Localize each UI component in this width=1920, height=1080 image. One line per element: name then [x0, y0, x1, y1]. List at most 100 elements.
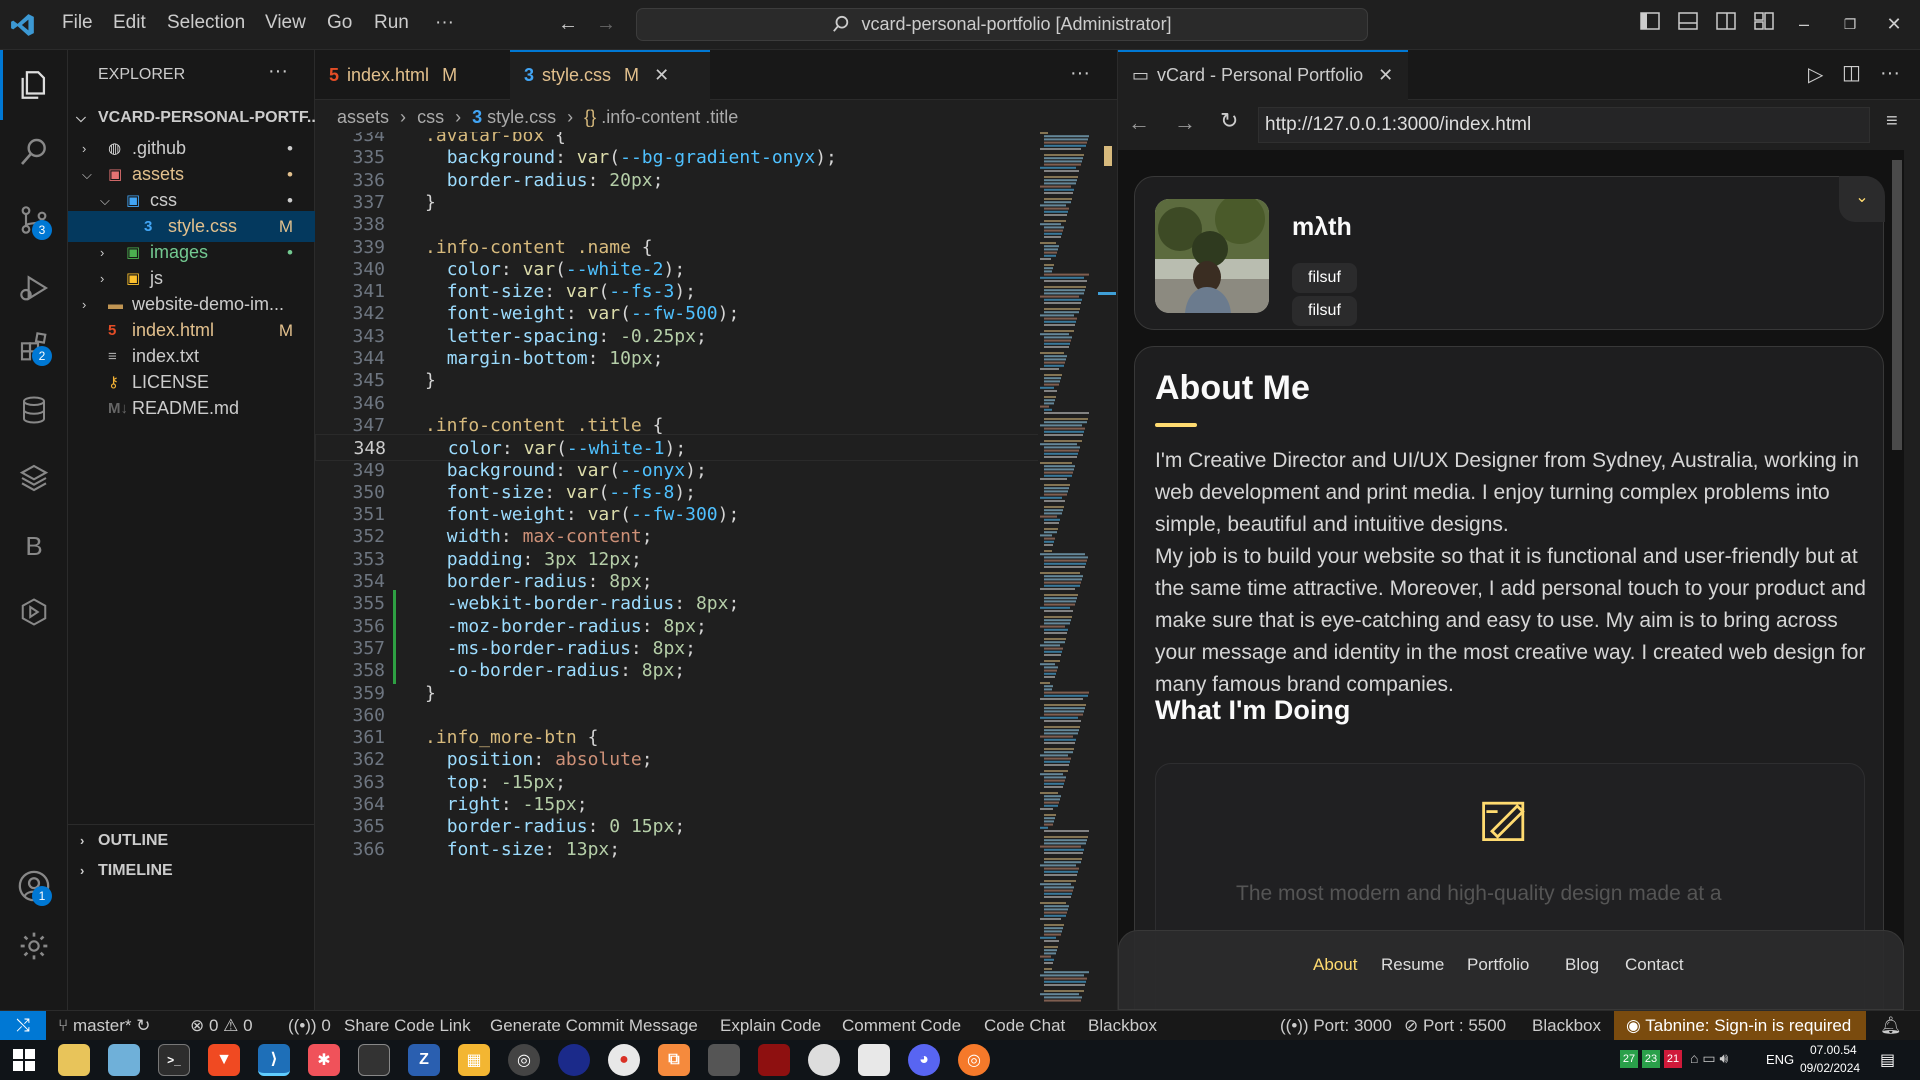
nav-blog[interactable]: Blog — [1565, 955, 1599, 975]
close-window-icon[interactable]: ✕ — [1880, 10, 1908, 38]
editor-more-icon[interactable]: ··· — [1070, 62, 1090, 85]
breadcrumb-item[interactable]: css — [417, 107, 444, 127]
extensions-icon[interactable]: 2 — [8, 320, 60, 372]
explain-code[interactable]: Explain Code — [720, 1011, 821, 1041]
hamburger-menu-icon[interactable]: ≡ — [1886, 110, 1898, 133]
tab-style-css[interactable]: 3 style.css M ✕ — [510, 50, 710, 100]
run-icon[interactable]: ▷ — [1808, 62, 1823, 87]
store-icon[interactable]: ▦ — [458, 1044, 490, 1076]
tray-icons[interactable]: ⌂ ▭ 🔊︎ — [1690, 1050, 1728, 1067]
generate-commit-message[interactable]: Generate Commit Message — [490, 1011, 698, 1041]
nav-resume[interactable]: Resume — [1381, 955, 1444, 975]
code-line[interactable]: 366 font-size: 13px; — [315, 836, 1095, 863]
accounts-icon[interactable]: 1 — [8, 860, 60, 912]
live-server-indicator[interactable]: ⊘ Port : 5500 — [1404, 1011, 1506, 1041]
menu-go[interactable]: Go — [327, 12, 352, 34]
github-desktop-icon[interactable]: ◎ — [508, 1044, 540, 1076]
notifications-bell-icon[interactable]: 🔔︎ — [1880, 1011, 1902, 1041]
windows-start-icon[interactable] — [8, 1044, 40, 1076]
toggle-primary-sidebar-icon[interactable] — [1636, 10, 1664, 38]
more-actions-icon[interactable]: ··· — [1880, 62, 1900, 85]
menu-edit[interactable]: Edit — [113, 12, 146, 34]
comment-code[interactable]: Comment Code — [842, 1011, 961, 1041]
discord-icon[interactable]: ◕ — [908, 1044, 940, 1076]
nav-portfolio[interactable]: Portfolio — [1467, 955, 1529, 975]
source-control-icon[interactable]: 3 — [8, 194, 60, 246]
customize-layout-icon[interactable] — [1750, 10, 1778, 38]
remote-explorer-icon[interactable] — [8, 586, 60, 638]
chrome-icon[interactable]: ● — [608, 1044, 640, 1076]
back-arrow-icon[interactable]: ← — [554, 10, 582, 38]
document-icon[interactable] — [858, 1044, 890, 1076]
outline-section[interactable]: › OUTLINE — [68, 824, 315, 855]
vscode-taskbar-icon[interactable]: ⟩ — [258, 1044, 290, 1076]
tray-badge-red[interactable]: 21 — [1664, 1050, 1682, 1068]
blackbox-icon[interactable]: B — [8, 520, 60, 572]
problems-indicator[interactable]: ⊗ 0 ⚠ 0 — [190, 1011, 253, 1041]
menu-view[interactable]: View — [265, 12, 306, 34]
tab-browser[interactable]: ▭ vCard - Personal Portfolio ✕ — [1118, 50, 1408, 100]
clock-time[interactable]: 07.00.54 — [1810, 1043, 1857, 1057]
toggle-secondary-sidebar-icon[interactable] — [1712, 10, 1740, 38]
ports-indicator[interactable]: ((•)) 0 — [288, 1011, 331, 1041]
run-debug-icon[interactable] — [8, 262, 60, 314]
url-input[interactable]: http://127.0.0.1:3000/index.html — [1258, 107, 1870, 143]
settings-gear-icon[interactable] — [8, 920, 60, 972]
window-app-taskbar-icon[interactable] — [358, 1044, 390, 1076]
sublime-icon[interactable]: ⧉ — [658, 1044, 690, 1076]
explorer-icon[interactable] — [8, 59, 60, 111]
minimize-icon[interactable]: – — [1790, 10, 1818, 38]
page-scrollbar-thumb[interactable] — [1892, 160, 1902, 450]
file-explorer-icon[interactable] — [58, 1044, 90, 1076]
nav-contact[interactable]: Contact — [1625, 955, 1684, 975]
search-icon[interactable] — [8, 126, 60, 178]
branch-indicator[interactable]: ⑂ master* ↻ — [58, 1011, 151, 1041]
reload-icon[interactable]: ↻ — [1220, 108, 1238, 134]
command-center[interactable]: vcard-personal-portfolio [Administrator] — [636, 8, 1368, 41]
show-contacts-button[interactable]: ⌄ — [1839, 176, 1885, 222]
app-dark-icon[interactable] — [708, 1044, 740, 1076]
tree-item[interactable]: M↓ README.md — [68, 393, 315, 424]
explorer-more-icon[interactable]: ··· — [268, 60, 288, 83]
blackbox-status[interactable]: Blackbox — [1088, 1011, 1157, 1041]
breadcrumb-item[interactable]: style.css — [487, 107, 556, 127]
restore-icon[interactable]: ❐ — [1836, 10, 1864, 38]
app-taskbar-icon[interactable]: ✱ — [308, 1044, 340, 1076]
share-code-link[interactable]: Share Code Link — [344, 1011, 471, 1041]
breadcrumb-item[interactable]: .info-content .title — [601, 107, 738, 127]
brave-browser-icon[interactable]: ▼ — [208, 1044, 240, 1076]
split-editor-icon[interactable]: ◫ — [1842, 60, 1861, 85]
back-arrow-icon[interactable]: ← — [1128, 110, 1150, 136]
tab-index-html[interactable]: 5 index.html M — [315, 50, 510, 100]
nav-about[interactable]: About — [1313, 955, 1357, 975]
app-light-icon[interactable] — [808, 1044, 840, 1076]
clock-date[interactable]: 09/02/2024 — [1800, 1061, 1860, 1075]
tabnine-status[interactable]: ◉ Tabnine: Sign-in is required — [1614, 1011, 1866, 1041]
blackbox-status-right[interactable]: Blackbox — [1532, 1011, 1601, 1041]
app-red-icon[interactable] — [758, 1044, 790, 1076]
menu-file[interactable]: File — [62, 12, 93, 34]
menu-run[interactable]: Run — [374, 12, 409, 34]
menu-selection[interactable]: Selection — [167, 12, 245, 34]
menu-more[interactable]: ··· — [435, 12, 454, 34]
remote-indicator-icon[interactable]: ⤭ — [0, 1011, 46, 1041]
blender-icon[interactable]: ◎ — [958, 1044, 990, 1076]
tray-badge-green[interactable]: 23 — [1642, 1050, 1660, 1068]
notification-center-icon[interactable]: ▤ — [1880, 1050, 1895, 1070]
filezilla-icon[interactable]: Z — [408, 1044, 440, 1076]
breadcrumb-item[interactable]: assets — [337, 107, 389, 127]
timeline-section[interactable]: › TIMELINE — [68, 855, 315, 886]
workspace-root[interactable]: ⌵ VCARD-PERSONAL-PORTF... — [68, 102, 315, 133]
forward-arrow-icon[interactable]: → — [592, 10, 620, 38]
close-tab-icon[interactable]: ✕ — [1378, 65, 1393, 85]
forward-arrow-icon[interactable]: → — [1174, 110, 1196, 136]
code-editor[interactable]: 334 .avatar-box {335 background: var(--bg… — [315, 132, 1117, 1010]
input-language[interactable]: ENG — [1766, 1052, 1794, 1067]
terminal-icon[interactable]: >_ — [158, 1044, 190, 1076]
port-3000-indicator[interactable]: ((•)) Port: 3000 — [1280, 1011, 1392, 1041]
app-round-icon[interactable] — [558, 1044, 590, 1076]
toggle-panel-icon[interactable] — [1674, 10, 1702, 38]
minimap[interactable] — [1038, 132, 1098, 1010]
code-chat[interactable]: Code Chat — [984, 1011, 1065, 1041]
tray-badge-green[interactable]: 27 — [1620, 1050, 1638, 1068]
